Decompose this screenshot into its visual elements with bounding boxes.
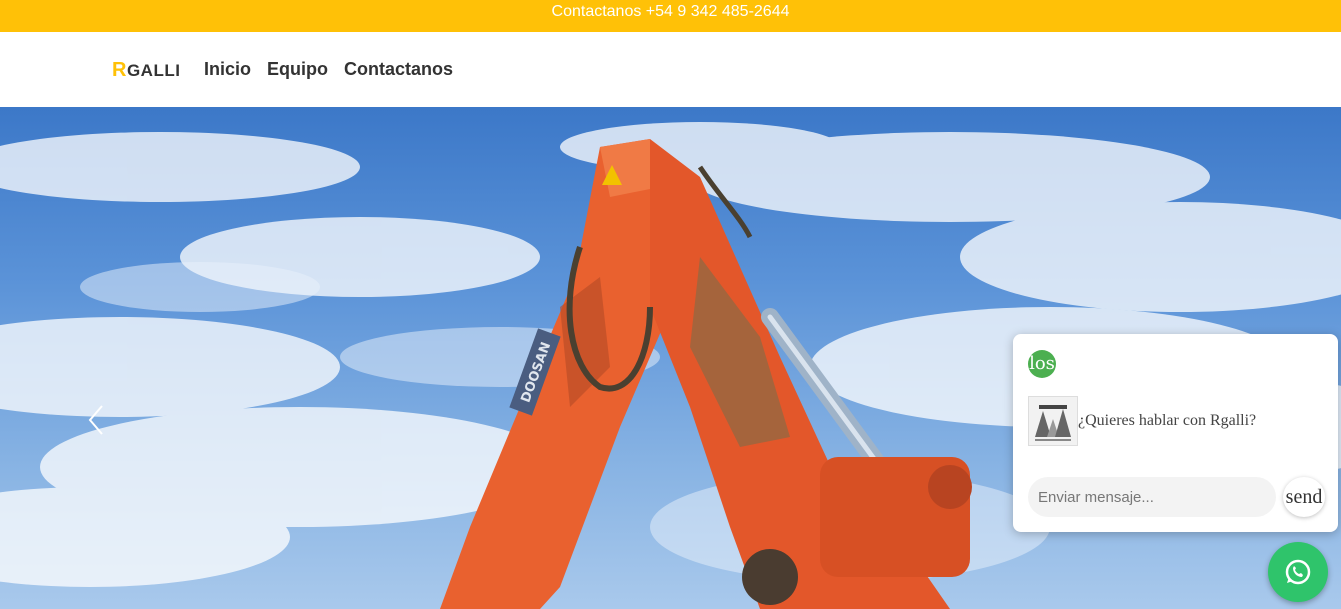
chat-close-button[interactable]: los [1028,350,1056,378]
whatsapp-icon [1285,559,1311,585]
brand-logo[interactable]: RGALLI [112,59,180,82]
chat-message-input[interactable] [1028,477,1276,517]
brand-rest: GALLI [126,61,181,80]
whatsapp-button[interactable] [1268,542,1328,602]
brand-initial: R [112,59,127,81]
nav-link-contactanos[interactable]: Contactanos [344,59,453,80]
chat-avatar-logo [1028,396,1078,446]
chat-send-button[interactable]: send [1283,477,1325,517]
carousel-prev-button[interactable] [82,402,110,438]
nav-link-inicio[interactable]: Inicio [204,59,251,80]
navbar: RGALLI Inicio Equipo Contactanos [0,32,1341,107]
top-contact-bar: Contactanos +54 9 342 485-2644 [0,0,1341,32]
top-contact-text[interactable]: Contactanos +54 9 342 485-2644 [552,3,790,20]
chat-message: ¿Quieres hablar con Rgalli? [1078,412,1257,429]
nav-link-equipo[interactable]: Equipo [267,59,328,80]
chat-widget: los ¿Quieres hablar con Rgalli? send [1013,334,1338,532]
logo-image-icon [1029,397,1077,445]
nav-links: Inicio Equipo Contactanos [204,59,453,80]
chevron-left-icon [88,405,103,435]
